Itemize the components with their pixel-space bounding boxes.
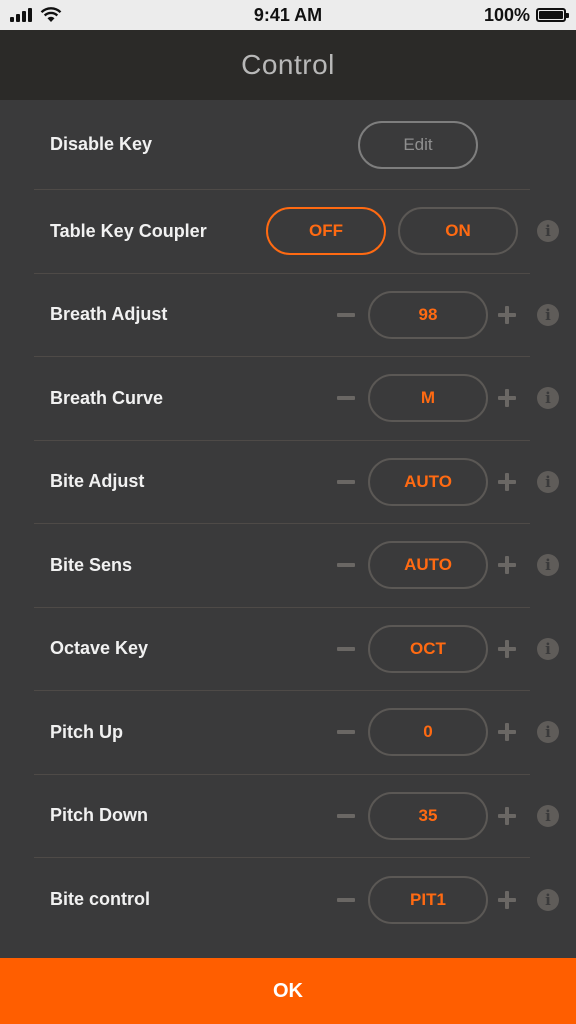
plus-icon[interactable] — [495, 553, 519, 577]
status-right: 100% — [426, 4, 569, 26]
info-icon[interactable]: i — [537, 220, 559, 243]
info-icon[interactable]: i — [537, 387, 559, 410]
info-icon[interactable]: i — [537, 721, 559, 744]
title-bar: Control — [0, 30, 576, 100]
value-field[interactable]: M — [368, 374, 488, 423]
cellular-signal-icon — [10, 8, 32, 22]
plus-icon[interactable] — [495, 804, 519, 828]
battery-icon — [536, 8, 569, 22]
setting-label: Pitch Down — [50, 805, 148, 826]
minus-icon[interactable] — [334, 470, 358, 494]
setting-row-bite-control: Bite control PIT1 i — [34, 858, 559, 942]
info-icon[interactable]: i — [537, 637, 559, 660]
setting-label: Breath Adjust — [50, 304, 168, 325]
plus-icon[interactable] — [495, 720, 519, 744]
battery-percent: 100% — [483, 4, 530, 25]
setting-row-table-key-coupler: Table Key Coupler OFF ON i — [34, 190, 559, 274]
setting-row-pitch-down: Pitch Down 35 i — [34, 775, 559, 858]
setting-label: Table Key Coupler — [50, 220, 207, 241]
setting-row-octave-key: Octave Key OCT i — [34, 608, 559, 691]
setting-row-pitch-up: Pitch Up 0 i — [34, 691, 559, 775]
value-field[interactable]: 98 — [368, 290, 488, 339]
setting-row-breath-adjust: Breath Adjust 98 i — [34, 274, 559, 357]
info-icon[interactable]: i — [537, 804, 559, 827]
minus-icon[interactable] — [334, 303, 358, 327]
minus-icon[interactable] — [334, 804, 358, 828]
setting-label: Pitch Up — [50, 721, 124, 742]
minus-icon[interactable] — [334, 720, 358, 744]
setting-row-breath-curve: Breath Curve M i — [34, 357, 559, 441]
page-title: Control — [241, 49, 335, 80]
setting-label: Octave Key — [50, 638, 149, 659]
setting-label: Breath Curve — [50, 387, 164, 408]
battery-fill — [539, 11, 563, 19]
setting-row-bite-adjust: Bite Adjust AUTO i — [34, 441, 559, 524]
setting-row-bite-sens: Bite Sens AUTO i — [34, 524, 559, 608]
plus-icon[interactable] — [495, 386, 519, 410]
status-bar: 9:41 AM 100% — [0, 0, 576, 30]
setting-label: Disable Key — [50, 134, 153, 154]
value-field[interactable]: 0 — [368, 708, 488, 757]
plus-icon[interactable] — [495, 637, 519, 661]
settings-list: Disable Key Edit Table Key Coupler OFF O… — [34, 100, 559, 942]
ok-button[interactable]: OK — [0, 958, 576, 1024]
info-icon[interactable]: i — [537, 888, 559, 911]
minus-icon[interactable] — [334, 888, 358, 912]
info-icon[interactable]: i — [537, 303, 559, 326]
setting-label: Bite Sens — [50, 554, 133, 575]
setting-label: Bite control — [50, 889, 151, 910]
value-field[interactable]: OCT — [368, 624, 488, 673]
status-left — [10, 7, 150, 23]
setting-label: Bite Adjust — [50, 471, 145, 492]
plus-icon[interactable] — [495, 888, 519, 912]
value-field[interactable]: PIT1 — [368, 875, 488, 924]
minus-icon[interactable] — [334, 386, 358, 410]
value-field[interactable]: AUTO — [368, 457, 488, 506]
off-toggle-button[interactable]: OFF — [266, 207, 386, 256]
plus-icon[interactable] — [495, 470, 519, 494]
value-field[interactable]: AUTO — [368, 541, 488, 590]
on-toggle-button[interactable]: ON — [398, 207, 518, 256]
minus-icon[interactable] — [334, 637, 358, 661]
plus-icon[interactable] — [495, 303, 519, 327]
setting-row-disable-key: Disable Key Edit — [34, 100, 530, 190]
info-icon[interactable]: i — [537, 470, 559, 493]
value-field[interactable]: 35 — [368, 791, 488, 840]
minus-icon[interactable] — [334, 553, 358, 577]
info-icon[interactable]: i — [537, 554, 559, 577]
edit-button[interactable]: Edit — [358, 120, 478, 169]
wifi-icon — [40, 7, 62, 22]
